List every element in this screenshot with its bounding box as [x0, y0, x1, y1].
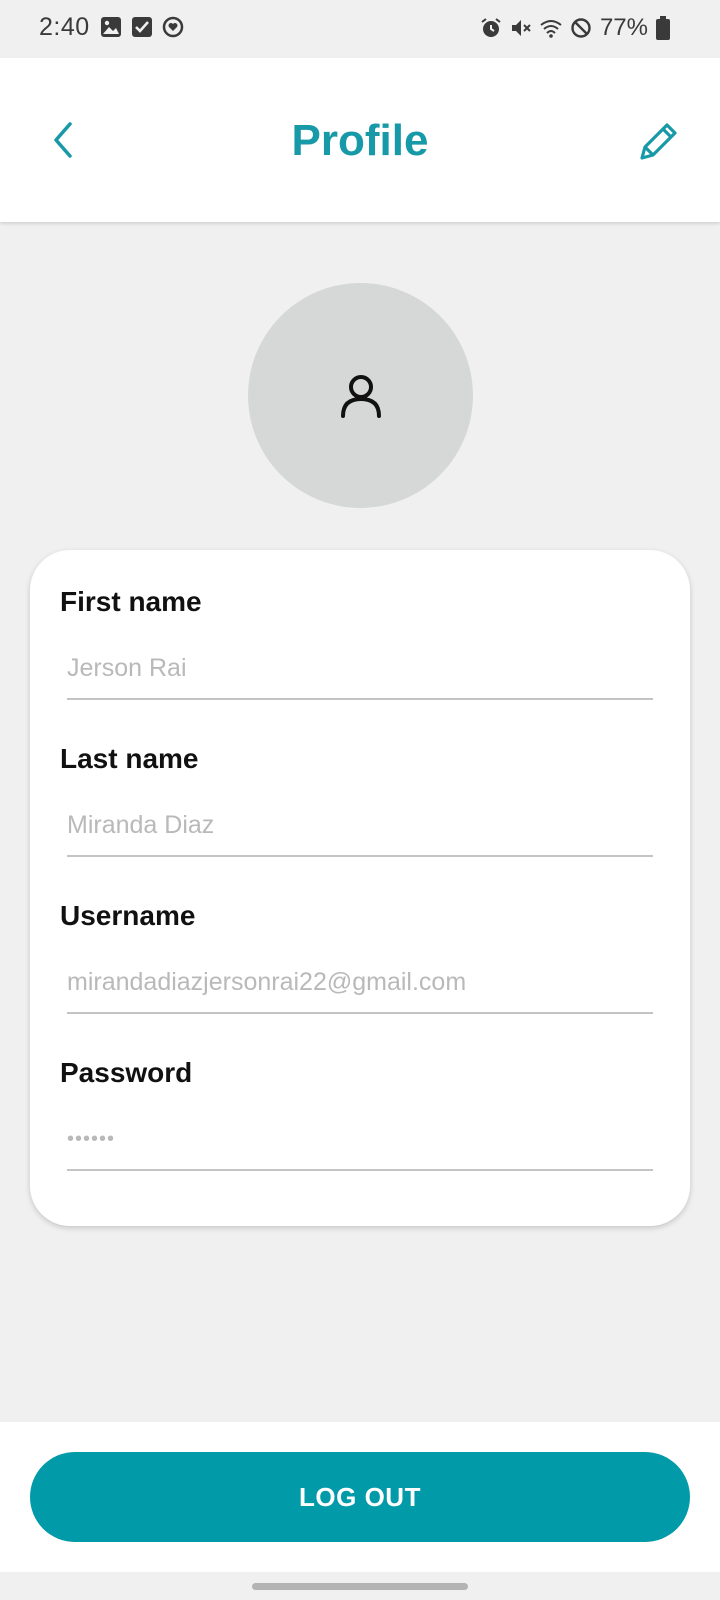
battery-percent: 77% — [599, 14, 648, 41]
image-icon — [101, 17, 121, 37]
bottom-action-panel: LOG OUT — [0, 1422, 720, 1572]
edit-profile-button[interactable] — [636, 118, 682, 164]
status-bar: 2:40 77% — [0, 0, 720, 58]
alarm-icon — [481, 18, 501, 37]
password-label: Password — [60, 1057, 193, 1088]
person-icon — [340, 374, 381, 418]
avatar[interactable] — [248, 283, 473, 508]
username-field[interactable] — [67, 960, 653, 1014]
status-system-icons: 77% — [480, 14, 670, 42]
heart-circle-icon — [162, 16, 184, 38]
first-name-field[interactable] — [67, 646, 653, 700]
logout-button[interactable]: LOG OUT — [30, 1452, 690, 1542]
last-name-label: Last name — [60, 743, 199, 774]
checkbox-icon — [132, 17, 152, 37]
gesture-nav-handle[interactable] — [252, 1583, 468, 1590]
do-not-disturb-icon — [571, 18, 591, 38]
wifi-icon — [540, 20, 562, 38]
password-field[interactable] — [67, 1117, 653, 1171]
page-title: Profile — [291, 116, 429, 165]
status-notification-icons — [100, 16, 184, 38]
first-name-label: First name — [60, 586, 202, 617]
pencil-icon — [640, 123, 677, 160]
profile-form-card: First name Last name Username Password — [30, 550, 690, 1226]
status-time: 2:40 — [39, 13, 90, 41]
last-name-field[interactable] — [67, 803, 653, 857]
username-label: Username — [60, 900, 196, 931]
app-bar: Profile — [0, 58, 720, 222]
battery-icon — [656, 16, 670, 40]
mute-icon — [511, 20, 531, 36]
